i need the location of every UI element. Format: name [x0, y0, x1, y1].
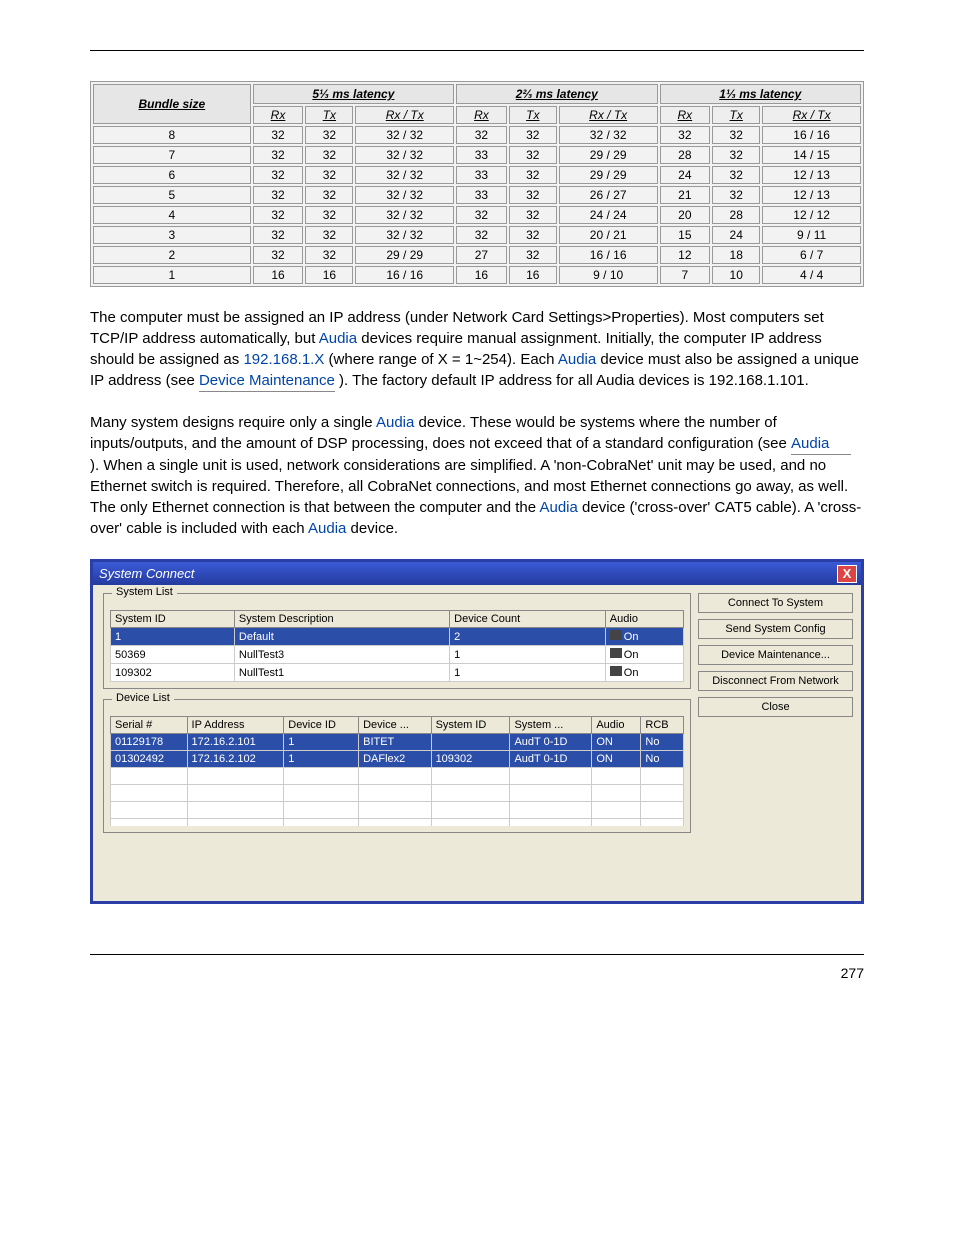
dialog-titlebar[interactable]: System Connect X	[93, 562, 861, 585]
speaker-icon	[610, 630, 622, 640]
link-audia[interactable]: Audia	[319, 330, 357, 347]
device-list-table[interactable]: Serial #IP AddressDevice IDDevice ...Sys…	[110, 716, 684, 826]
table-row[interactable]: 109302NullTest11On	[111, 664, 684, 682]
link-device-maintenance[interactable]: Device Maintenance	[199, 370, 335, 392]
link-ip-range[interactable]: 192.168.1.X	[243, 351, 324, 368]
ip-paragraph: The computer must be assigned an IP addr…	[90, 307, 864, 392]
single-device-paragraph: Many system designs require only a singl…	[90, 412, 864, 539]
col-group-3: 1⅓ ms latency	[660, 84, 862, 104]
send-system-config-button[interactable]: Send System Config	[698, 619, 853, 639]
link-audia[interactable]: Audia	[791, 433, 851, 455]
link-audia[interactable]: Audia	[558, 351, 596, 368]
link-audia[interactable]: Audia	[539, 499, 577, 516]
col-group-2: 2⅔ ms latency	[456, 84, 657, 104]
device-maintenance-button[interactable]: Device Maintenance...	[698, 645, 853, 665]
device-list-group: Device List Serial #IP AddressDevice IDD…	[103, 699, 691, 833]
table-row[interactable]: 01302492172.16.2.1021DAFlex2109302AudT 0…	[111, 751, 684, 768]
speaker-icon	[610, 648, 622, 658]
close-icon[interactable]: X	[837, 565, 857, 583]
disconnect-from-network-button[interactable]: Disconnect From Network	[698, 671, 853, 691]
latency-table: Bundle size 5⅓ ms latency 2⅔ ms latency …	[90, 81, 864, 287]
close-button[interactable]: Close	[698, 697, 853, 717]
link-audia[interactable]: Audia	[376, 414, 414, 431]
system-connect-dialog: System Connect X Connect To System Send …	[90, 559, 864, 904]
system-list-table[interactable]: System IDSystem DescriptionDevice CountA…	[110, 610, 684, 682]
speaker-icon	[610, 666, 622, 676]
device-list-title: Device List	[112, 692, 174, 704]
connect-to-system-button[interactable]: Connect To System	[698, 593, 853, 613]
system-list-title: System List	[112, 586, 177, 598]
table-row[interactable]: 01129178172.16.2.1011BITETAudT 0-1DONNo	[111, 734, 684, 751]
col-group-1: 5⅓ ms latency	[253, 84, 454, 104]
col-bundle-size: Bundle size	[93, 84, 251, 124]
table-row[interactable]: 50369NullTest31On	[111, 646, 684, 664]
table-row[interactable]: 1Default2On	[111, 628, 684, 646]
page-number: 277	[90, 965, 864, 981]
system-list-group: System List System IDSystem DescriptionD…	[103, 593, 691, 689]
dialog-title: System Connect	[99, 566, 194, 581]
link-audia[interactable]: Audia	[308, 520, 346, 537]
